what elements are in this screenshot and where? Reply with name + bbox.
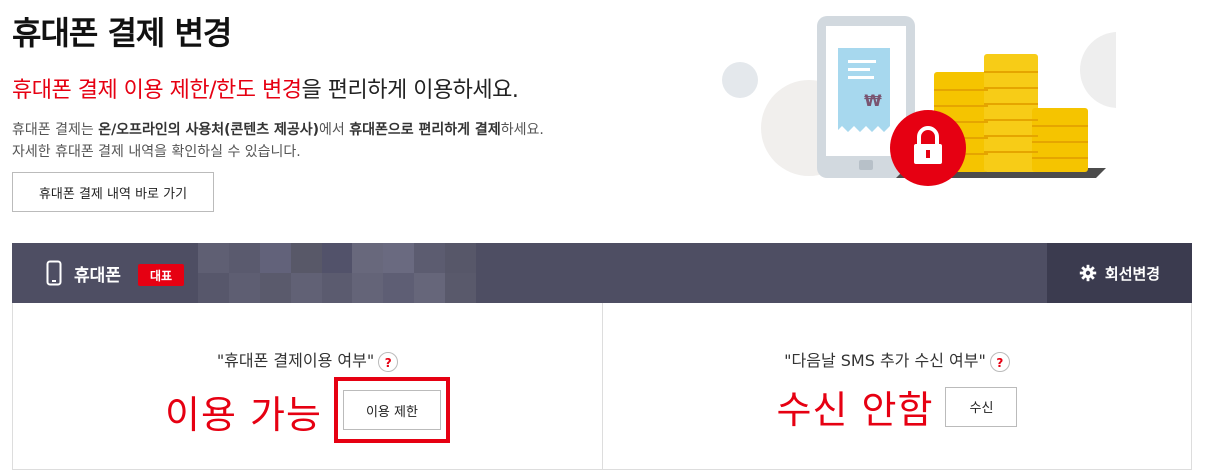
representative-badge: 대표	[138, 264, 184, 286]
decor-circle	[1080, 32, 1116, 108]
decor-circle	[722, 62, 758, 98]
desc-bold: 온/오프라인의 사용처(콘텐츠 제공사)	[98, 122, 320, 138]
restrict-usage-button[interactable]: 이용 제한	[342, 390, 441, 430]
hero-illustration: ₩	[722, 16, 1116, 186]
sms-status-row: 수신 안함 수신	[603, 379, 1191, 434]
description-line-1: 휴대폰 결제는 온/오프라인의 사용처(콘텐츠 제공사)에서 휴대폰으로 편리하…	[12, 119, 544, 141]
sms-status: 수신 안함	[776, 388, 934, 432]
question-text: "다음날 SMS 추가 수신 여부"	[784, 351, 986, 370]
line-change-label: 회선변경	[1104, 264, 1161, 283]
masked-phone-number	[198, 243, 476, 303]
help-icon[interactable]: ?	[989, 351, 1010, 372]
phone-line-bar: 휴대폰 대표 회선변경	[12, 243, 1192, 303]
description: 휴대폰 결제는 온/오프라인의 사용처(콘텐츠 제공사)에서 휴대폰으로 편리하…	[12, 119, 544, 163]
line-change-button[interactable]: 회선변경	[1047, 243, 1192, 303]
payment-status-row: 이용 가능 이용 제한	[13, 377, 602, 443]
desc-text: 휴대폰 결제는	[12, 122, 99, 138]
lock-icon	[890, 110, 966, 186]
page-title: 휴대폰 결제 변경	[12, 14, 232, 52]
currency-symbol: ₩	[864, 91, 882, 110]
payment-history-button[interactable]: 휴대폰 결제 내역 바로 가기	[12, 172, 214, 212]
sms-receive-panel: "다음날 SMS 추가 수신 여부"? 수신 안함 수신	[602, 303, 1192, 470]
gear-icon	[1079, 264, 1097, 282]
help-icon[interactable]: ?	[378, 351, 399, 372]
sms-receive-button[interactable]: 수신	[945, 386, 1018, 427]
description-line-2: 자세한 휴대폰 결제 내역을 확인하실 수 있습니다.	[12, 144, 301, 160]
headline-rest: 을 편리하게 이용하세요.	[301, 78, 519, 103]
highlight-box: 이용 제한	[333, 377, 450, 443]
payment-status: 이용 가능	[165, 392, 322, 437]
payment-usage-panel: "휴대폰 결제이용 여부"? 이용 가능 이용 제한	[12, 303, 603, 470]
desc-text: 에서	[319, 122, 350, 138]
headline: 휴대폰 결제 이용 제한/한도 변경을 편리하게 이용하세요.	[12, 72, 519, 104]
desc-text: 하세요.	[500, 122, 544, 138]
phone-label: 휴대폰	[74, 266, 121, 286]
sms-receive-question: "다음날 SMS 추가 수신 여부"?	[603, 347, 1191, 372]
headline-highlight: 휴대폰 결제 이용 제한/한도 변경	[12, 78, 302, 103]
payment-usage-question: "휴대폰 결제이용 여부"?	[13, 347, 602, 372]
question-text: "휴대폰 결제이용 여부"	[216, 351, 375, 370]
desc-bold: 휴대폰으로 편리하게 결제	[349, 122, 501, 138]
mobile-phone-icon	[46, 260, 62, 286]
